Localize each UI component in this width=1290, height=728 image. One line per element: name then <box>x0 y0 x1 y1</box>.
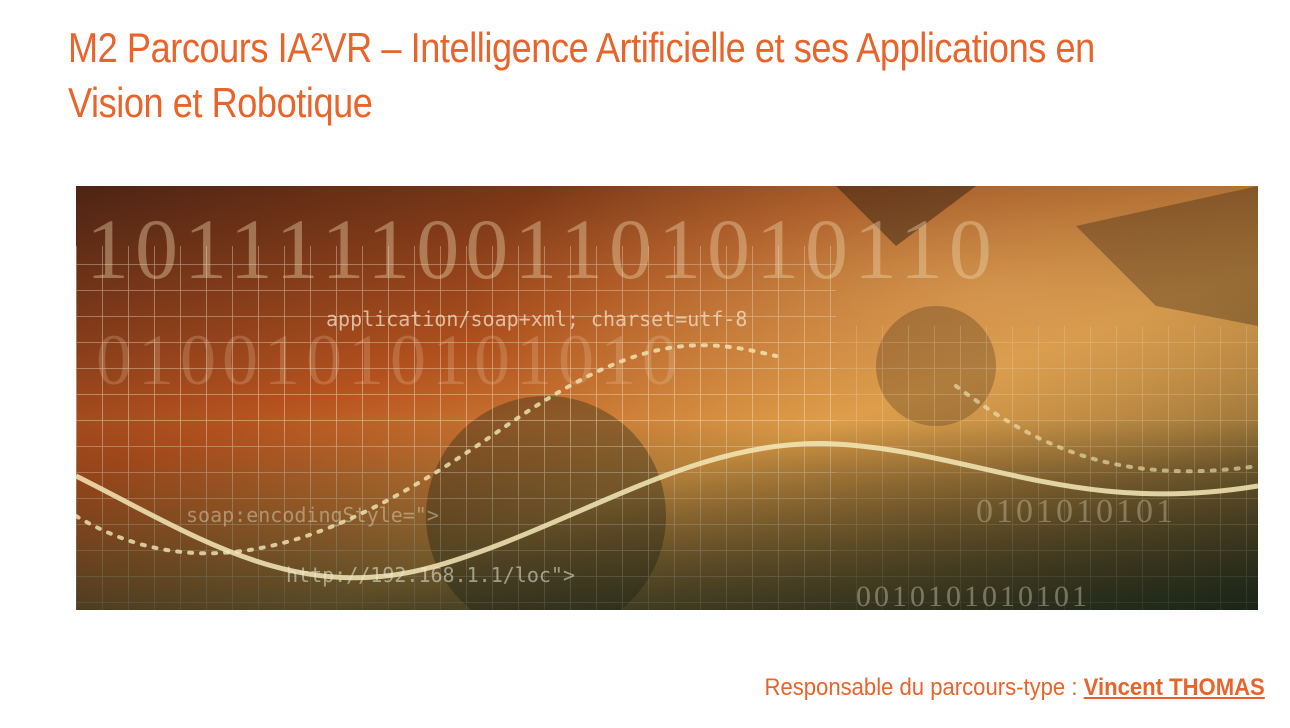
page-title: M2 Parcours IA²VR – Intelligence Artific… <box>68 24 1095 126</box>
responsible-name-link[interactable]: Vincent THOMAS <box>1084 674 1265 701</box>
banner-code-line-3: http://192.168.1.1/loc"> <box>286 563 575 587</box>
banner-binary-mid: 01001010101010 <box>96 320 684 400</box>
banner-binary-top: 1011111001101010110 <box>86 201 998 297</box>
banner-binary-right: 0101010101 <box>976 493 1176 530</box>
responsible-label: Responsable du parcours-type : <box>764 674 1078 701</box>
banner-code-line-2: soap:encodingStyle="> <box>186 503 439 527</box>
banner-image: 1011111001101010110 application/soap+xml… <box>76 186 1258 610</box>
banner-binary-bottom: 0010101010101 <box>856 580 1090 610</box>
responsible-line: Responsable du parcours-type : Vincent T… <box>765 674 1265 702</box>
